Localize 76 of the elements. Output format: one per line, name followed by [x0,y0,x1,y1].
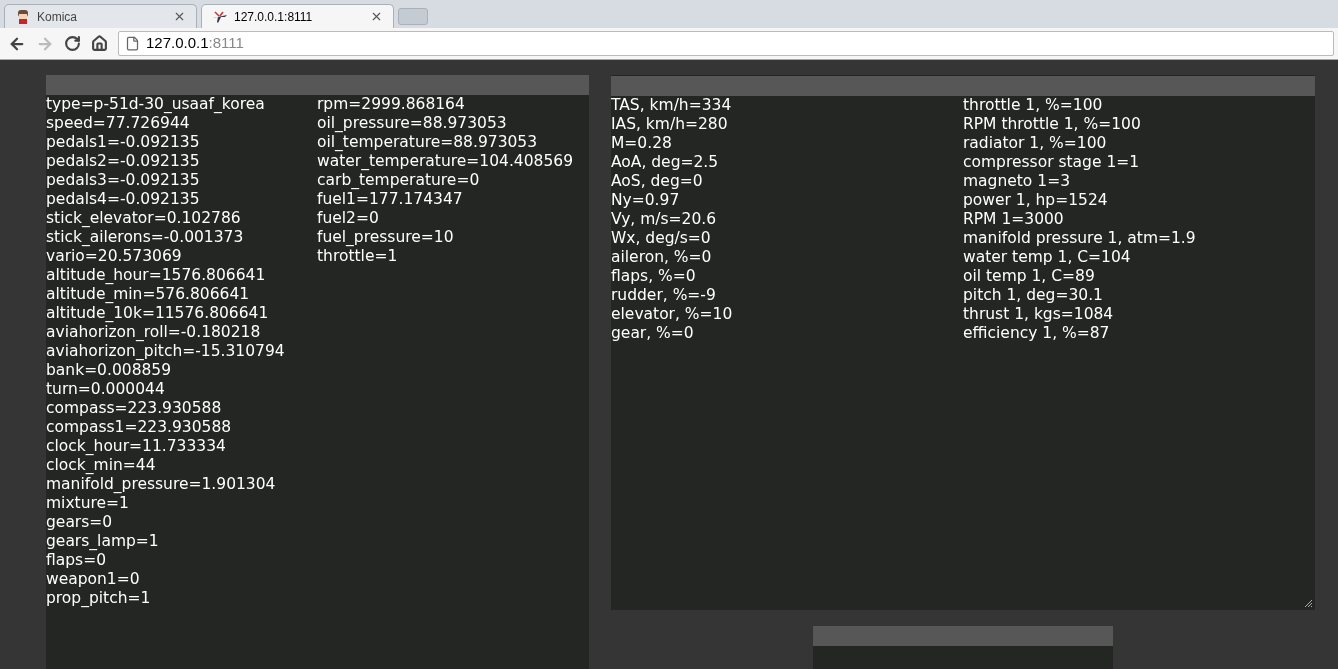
page-icon [125,36,140,51]
data-line: rudder, %=-9 [611,286,717,305]
data-line: aileron, %=0 [611,248,713,267]
data-line: oil temp 1, C=89 [963,267,1096,286]
close-icon[interactable] [370,10,383,23]
data-line: compressor stage 1=1 [963,153,1141,172]
browser-tab[interactable]: 127.0.0.1:8111 [201,4,394,28]
data-line: gears_lamp=1 [46,532,160,551]
data-line: bank=0.008859 [46,361,173,380]
data-line: prop_pitch=1 [46,589,152,608]
data-line: compass=223.930588 [46,399,223,418]
data-line: oil_temperature=88.973053 [317,133,539,152]
data-line: fuel_pressure=10 [317,228,455,247]
close-icon[interactable] [173,10,186,23]
address-port: :8111 [208,33,244,54]
reload-icon[interactable] [64,35,81,52]
data-line: magneto 1=3 [963,172,1071,191]
data-line: speed=77.726944 [46,114,191,133]
data-line: carb_temperature=0 [317,171,481,190]
tab-title: Komica [37,8,78,26]
home-icon[interactable] [91,35,108,52]
data-line: gear, %=0 [611,324,695,343]
data-line: gears=0 [46,513,114,532]
data-line: pedals1=-0.092135 [46,133,201,152]
data-line: pedals2=-0.092135 [46,152,201,171]
data-line: flaps=0 [46,551,108,570]
data-line: rpm=2999.868164 [317,95,466,114]
data-line: type=p-51d-30_usaaf_korea [46,95,266,114]
data-line: vario=20.573069 [46,247,183,266]
data-line: radiator 1, %=100 [963,134,1108,153]
data-line: TAS, km/h=334 [611,96,733,115]
data-line: compass1=223.930588 [46,418,233,437]
data-line: power 1, hp=1524 [963,191,1109,210]
data-line: altitude_10k=11576.806641 [46,304,270,323]
resize-grip-icon[interactable] [1304,599,1312,607]
data-line: stick_ailerons=-0.001373 [46,228,245,247]
character-favicon-icon [15,8,31,25]
data-line: fuel2=0 [317,209,380,228]
data-line: Wx, deg/s=0 [611,229,712,248]
browser-tab[interactable]: Komica [4,4,197,28]
data-line: throttle 1, %=100 [963,96,1104,115]
data-line: throttle=1 [317,247,399,266]
data-line: clock_min=44 [46,456,157,475]
data-line: turn=0.000044 [46,380,166,399]
data-line: flaps, %=0 [611,267,697,286]
data-line: efficiency 1, %=87 [963,324,1111,343]
data-line: RPM throttle 1, %=100 [963,115,1142,134]
data-line: clock_hour=11.733334 [46,437,227,456]
data-line: altitude_hour=1576.806641 [46,266,267,285]
address-field[interactable]: 127.0.0.1:8111 [118,31,1334,56]
data-line: stick_elevator=0.102786 [46,209,242,228]
data-line: elevator, %=10 [611,305,734,324]
data-line: oil_pressure=88.973053 [317,114,508,133]
address-host: 127.0.0.1 [146,33,209,54]
data-line: AoA, deg=2.5 [611,153,720,172]
data-line: pedals4=-0.092135 [46,190,201,209]
data-line: pitch 1, deg=30.1 [963,286,1104,305]
data-line: manifold_pressure=1.901304 [46,475,277,494]
data-line: RPM 1=3000 [963,210,1065,229]
data-line: aviahorizon_roll=-0.180218 [46,323,262,342]
data-line: AoS, deg=0 [611,172,704,191]
data-line: IAS, km/h=280 [611,115,729,134]
data-line: fuel1=177.174347 [317,190,464,209]
data-line: aviahorizon_pitch=-15.310794 [46,342,286,361]
data-line: water_temperature=104.408569 [317,152,573,171]
tab-title: 127.0.0.1:8111 [234,8,314,26]
data-line: manifold pressure 1, atm=1.9 [963,229,1196,248]
data-line: mixture=1 [46,494,130,513]
data-line: Vy, m/s=20.6 [611,210,718,229]
data-line: pedals3=-0.092135 [46,171,201,190]
data-line: Ny=0.97 [611,191,681,210]
data-line: M=0.28 [611,134,673,153]
data-line: weapon1=0 [46,570,141,589]
data-line: thrust 1, kgs=1084 [963,305,1115,324]
data-line: altitude_min=576.806641 [46,285,251,304]
data-line: water temp 1, C=104 [963,248,1132,267]
